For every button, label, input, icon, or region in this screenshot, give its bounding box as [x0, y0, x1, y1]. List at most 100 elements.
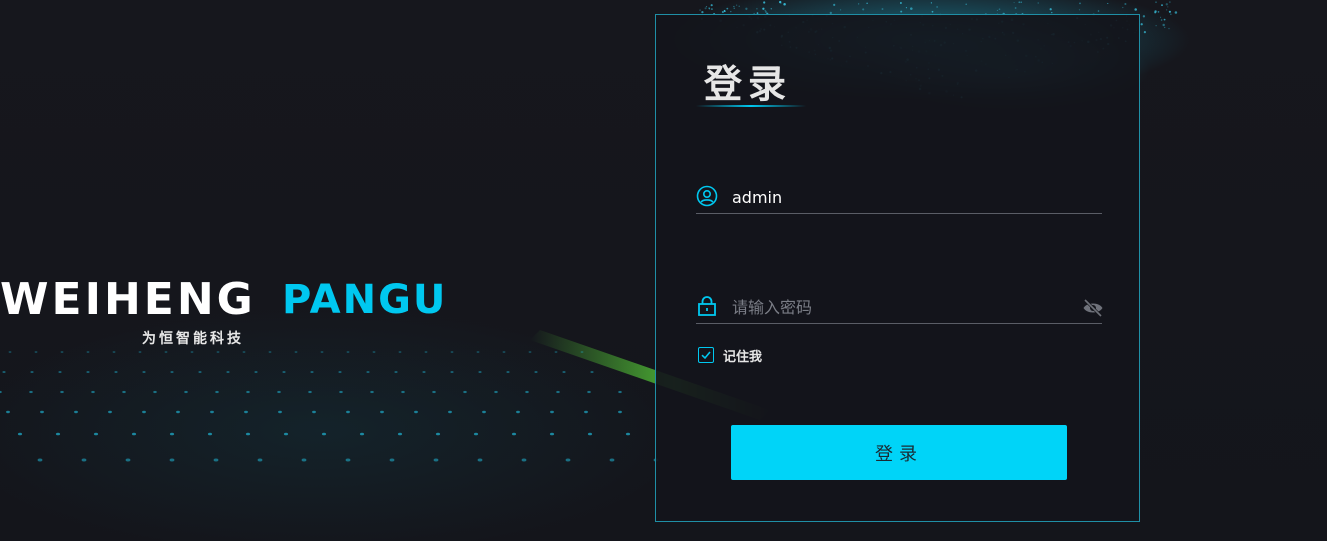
grid-dot: [91, 390, 95, 394]
user-circle-icon: [696, 185, 718, 207]
particle: [1124, 2, 1127, 6]
grid-dot: [2, 371, 6, 373]
grid-dot: [122, 390, 126, 394]
particle: [900, 10, 903, 13]
grid-dot: [359, 432, 365, 436]
remember-me-toggle[interactable]: 记住我: [698, 345, 762, 365]
grid-dot: [556, 390, 560, 394]
grid-dot: [562, 371, 566, 373]
product-name: PANGU: [282, 277, 448, 323]
grid-dot: [433, 458, 439, 462]
particle: [1164, 26, 1166, 29]
grid-dot: [29, 390, 33, 394]
grid-dot: [278, 410, 282, 414]
particle: [1163, 18, 1166, 21]
particle: [840, 9, 842, 11]
login-panel: 登录 admin 记住我 登录: [655, 14, 1140, 522]
particle: [756, 8, 758, 10]
grid-dot: [131, 432, 137, 436]
grid-dot: [528, 351, 532, 353]
grid-dot: [125, 458, 131, 462]
particle: [998, 8, 1001, 11]
grid-dot: [308, 390, 312, 394]
grid-dot: [414, 410, 418, 414]
particle: [1097, 10, 1100, 12]
particle: [708, 8, 711, 10]
grid-dot: [401, 390, 405, 394]
grid-dot: [506, 371, 510, 373]
grid-dot: [74, 410, 78, 414]
brand-subtitle: 为恒智能科技: [142, 331, 244, 347]
grid-dot: [153, 390, 157, 394]
remember-checkbox[interactable]: [698, 347, 714, 363]
password-input[interactable]: [732, 293, 1072, 321]
grid-dot: [30, 371, 34, 373]
grid-dot: [450, 371, 454, 373]
particle: [733, 7, 735, 9]
grid-dot: [590, 371, 594, 373]
particle: [1020, 1, 1022, 3]
particle: [770, 8, 773, 10]
particle: [1162, 23, 1165, 27]
grid-dot: [277, 390, 281, 394]
grid-dot: [432, 390, 436, 394]
particle: [833, 3, 836, 7]
grid-dot: [86, 371, 90, 373]
grid-dot: [389, 458, 395, 462]
particle: [1168, 10, 1171, 13]
brand-logo: WEIHENG: [0, 274, 256, 325]
grid-dot: [93, 432, 99, 436]
login-button[interactable]: 登录: [731, 425, 1067, 480]
grid-dot: [435, 432, 441, 436]
particle: [1078, 9, 1081, 11]
particle: [726, 7, 729, 10]
grid-dot: [609, 458, 615, 462]
particle: [1169, 1, 1171, 3]
grid-dot: [213, 458, 219, 462]
grid-dot: [55, 432, 61, 436]
login-page: WEIHENG PANGU 为恒智能科技 登录 admin 记住我 登录: [0, 0, 1327, 541]
grid-dot: [142, 371, 146, 373]
grid-dot: [176, 410, 180, 414]
grid-dot: [346, 410, 350, 414]
particle: [1168, 27, 1170, 30]
particle: [730, 10, 732, 13]
particle: [783, 2, 786, 6]
username-input[interactable]: [732, 183, 1072, 211]
particle: [1142, 15, 1146, 18]
particle: [699, 9, 701, 11]
grid-dot: [321, 432, 327, 436]
particle: [858, 3, 860, 5]
particle: [1157, 11, 1160, 13]
password-field: [696, 293, 1104, 324]
particle: [1018, 1, 1021, 4]
grid-dot: [511, 432, 517, 436]
particle: [905, 7, 907, 9]
particle: [764, 10, 768, 14]
particle: [780, 3, 782, 5]
particle: [881, 8, 884, 10]
grid-dot: [476, 351, 480, 353]
title-underline: [696, 105, 806, 107]
grid-dot: [338, 371, 342, 373]
grid-dot: [114, 371, 118, 373]
eye-off-icon[interactable]: [1082, 297, 1104, 319]
grid-dot: [226, 371, 230, 373]
particle: [965, 3, 967, 6]
grid-dot: [257, 458, 263, 462]
particle: [1013, 2, 1015, 4]
username-field: [696, 183, 1102, 214]
checkmark-icon: [701, 351, 711, 360]
particle: [1134, 8, 1137, 11]
grid-dot: [207, 432, 213, 436]
particle: [733, 5, 735, 8]
grid-dot: [301, 458, 307, 462]
particle: [1170, 13, 1172, 15]
grid-dot: [448, 410, 452, 414]
grid-dot: [169, 432, 175, 436]
particle: [899, 2, 902, 4]
particle: [1037, 2, 1039, 4]
grid-dot: [516, 410, 520, 414]
particle: [930, 2, 933, 4]
grid-dot: [580, 351, 584, 353]
